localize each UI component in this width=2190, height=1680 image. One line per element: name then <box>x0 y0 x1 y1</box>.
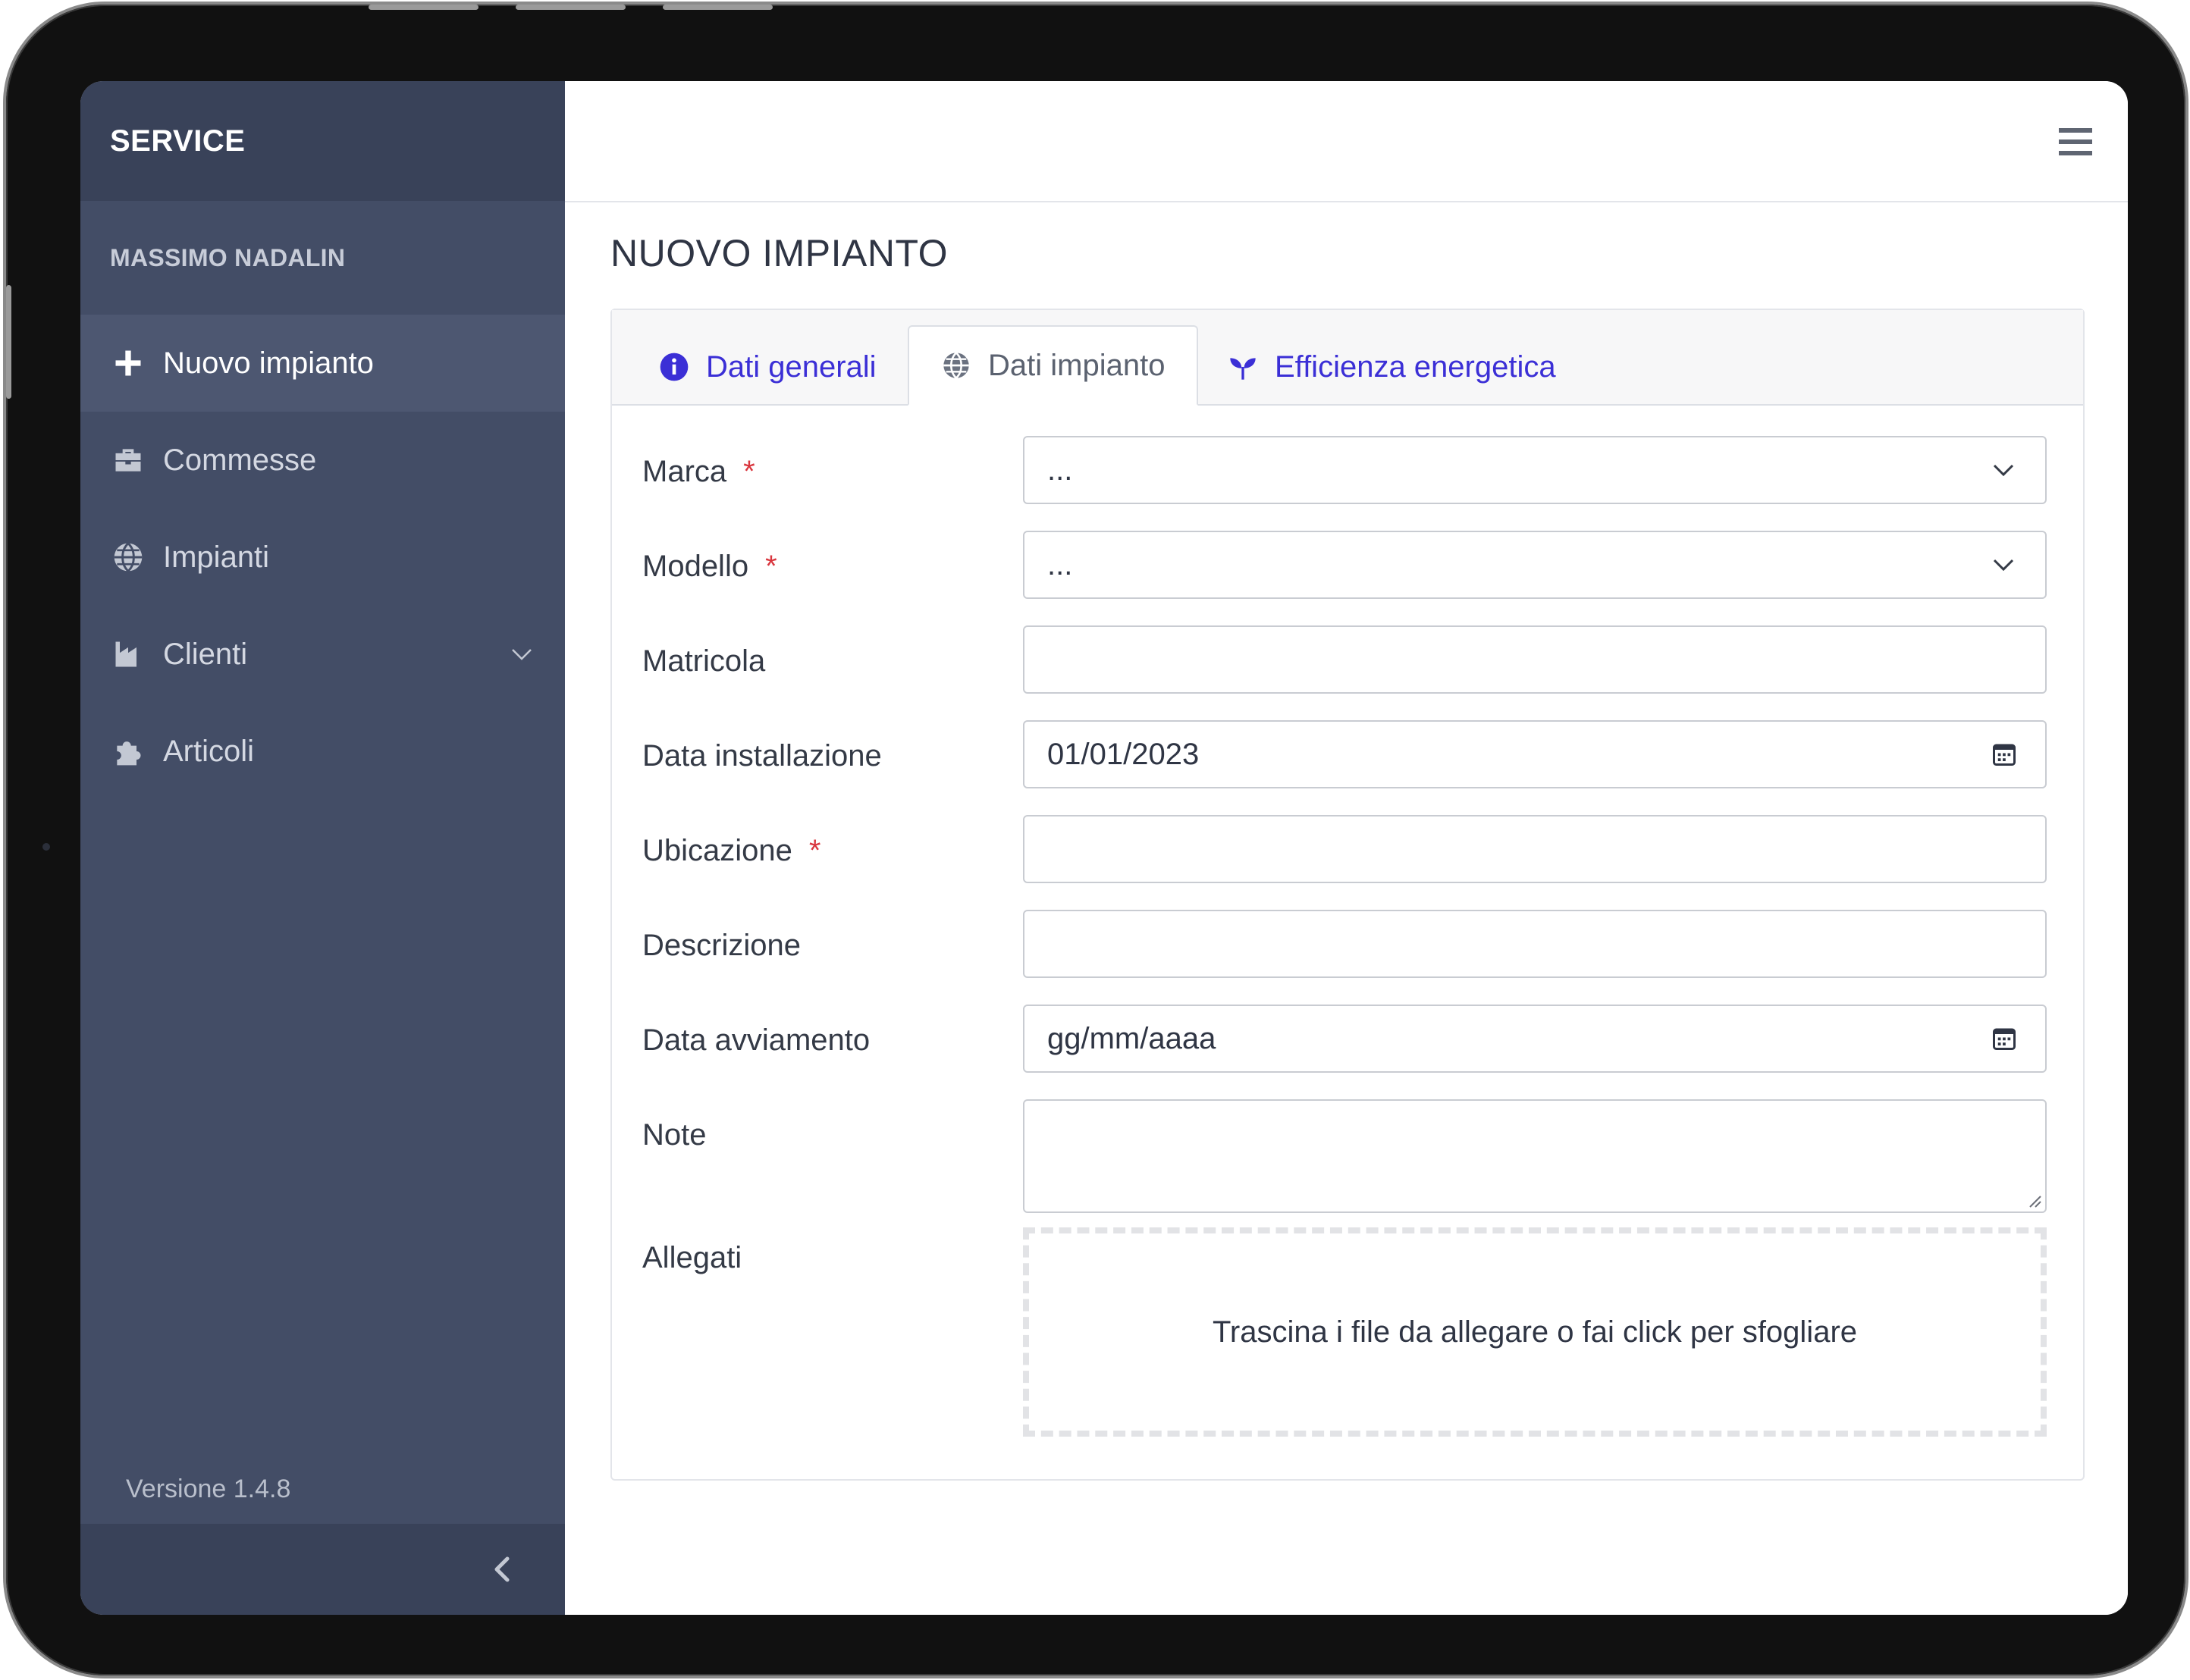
tab-label: Dati generali <box>706 349 877 384</box>
marca-label: Marca * <box>642 436 755 507</box>
marca-select[interactable]: ... <box>1023 436 2047 504</box>
form-row-note: Note <box>612 1099 2083 1215</box>
sidebar-item-label: Clienti <box>163 637 248 671</box>
tab-label: Dati impianto <box>988 348 1166 382</box>
plus-icon <box>111 346 145 380</box>
matricola-label: Matricola <box>642 625 765 697</box>
chevron-down-icon <box>1993 464 2014 477</box>
chevron-down-icon <box>1993 559 2014 572</box>
sidebar-item-impianti[interactable]: Impianti <box>80 509 565 606</box>
form-row-modello: Modello * ... <box>612 531 2083 602</box>
label-text: Descrizione <box>642 928 801 962</box>
collapse-sidebar-icon[interactable] <box>488 1554 518 1584</box>
hardware-button <box>663 5 773 10</box>
label-text: Data installazione <box>642 738 882 773</box>
sidebar-item-articoli[interactable]: Articoli <box>80 703 565 800</box>
hardware-button <box>516 5 626 10</box>
form-card: Dati generali Dati impianto Efficienza e… <box>610 309 2085 1481</box>
form-row-data-avviamento: Data avviamento gg/mm/aaaa <box>612 1005 2083 1076</box>
required-marker: * <box>808 833 821 867</box>
sidebar-item-clienti[interactable]: Clienti <box>80 606 565 703</box>
top-navbar <box>565 81 2128 202</box>
sidebar-item-label: Commesse <box>163 443 317 477</box>
input-value: 01/01/2023 <box>1047 737 1200 771</box>
hardware-button <box>6 285 11 399</box>
sidebar-item-commesse[interactable]: Commesse <box>80 412 565 509</box>
tab-label: Efficienza energetica <box>1275 349 1556 384</box>
tab-dati-generali[interactable]: Dati generali <box>627 328 908 406</box>
resize-handle-icon[interactable] <box>2025 1192 2042 1208</box>
note-label: Note <box>642 1099 707 1171</box>
matricola-input[interactable] <box>1023 625 2047 694</box>
required-marker: * <box>765 549 777 583</box>
tablet-frame: SERVICE MASSIMO NADALIN Nuovo impianto C… <box>6 5 2185 1675</box>
label-text: Ubicazione <box>642 833 792 867</box>
screen: SERVICE MASSIMO NADALIN Nuovo impianto C… <box>80 81 2128 1615</box>
label-text: Data avviamento <box>642 1023 871 1057</box>
globe-icon <box>943 352 969 379</box>
sidebar-item-label: Nuovo impianto <box>163 346 374 380</box>
camera <box>42 843 50 851</box>
select-value: ... <box>1047 453 1073 487</box>
form-row-allegati: Allegati Trascina i file da allegare o f… <box>612 1227 2083 1437</box>
industry-icon <box>111 638 145 671</box>
label-text: Allegati <box>642 1240 742 1274</box>
form-row-data-installazione: Data installazione 01/01/2023 <box>612 720 2083 791</box>
label-text: Note <box>642 1117 707 1152</box>
tab-efficienza-energetica[interactable]: Efficienza energetica <box>1196 328 1588 406</box>
tab-dati-impianto[interactable]: Dati impianto <box>908 325 1199 406</box>
modello-label: Modello * <box>642 531 777 602</box>
form-row-ubicazione: Ubicazione * <box>612 815 2083 886</box>
page-title: NUOVO IMPIANTO <box>610 232 949 274</box>
hamburger-menu-icon[interactable] <box>2057 125 2094 158</box>
tab-bar: Dati generali Dati impianto Efficienza e… <box>612 310 2083 406</box>
data-installazione-input[interactable]: 01/01/2023 <box>1023 720 2047 788</box>
toolbox-icon <box>111 444 145 477</box>
form-row-descrizione: Descrizione <box>612 910 2083 981</box>
sidebar: SERVICE MASSIMO NADALIN Nuovo impianto C… <box>80 81 565 1615</box>
sidebar-item-label: Articoli <box>163 734 255 768</box>
data-installazione-label: Data installazione <box>642 720 882 791</box>
hardware-button <box>369 5 478 10</box>
main-content: NUOVO IMPIANTO Dati generali Dati impian… <box>565 81 2128 1615</box>
calendar-icon[interactable] <box>1991 741 2018 768</box>
chevron-down-icon <box>512 649 532 660</box>
required-marker: * <box>743 454 755 488</box>
sidebar-item-label: Impianti <box>163 540 270 574</box>
input-placeholder: gg/mm/aaaa <box>1047 1021 1216 1055</box>
sidebar-footer <box>80 1524 565 1615</box>
data-avviamento-input[interactable]: gg/mm/aaaa <box>1023 1005 2047 1073</box>
ubicazione-input[interactable] <box>1023 815 2047 883</box>
brand-logo[interactable]: SERVICE <box>80 81 565 201</box>
label-text: Matricola <box>642 644 766 678</box>
data-avviamento-label: Data avviamento <box>642 1005 870 1076</box>
user-name: MASSIMO NADALIN <box>110 243 346 271</box>
info-circle-icon <box>660 353 689 381</box>
select-value: ... <box>1047 547 1073 581</box>
globe-icon <box>111 541 145 574</box>
note-textarea[interactable] <box>1023 1099 2047 1213</box>
modello-select[interactable]: ... <box>1023 531 2047 599</box>
seedling-icon <box>1230 358 1256 380</box>
descrizione-input[interactable] <box>1023 910 2047 978</box>
descrizione-label: Descrizione <box>642 910 801 981</box>
ubicazione-label: Ubicazione * <box>642 815 820 886</box>
allegati-label: Allegati <box>642 1235 742 1280</box>
file-dropzone[interactable]: Trascina i file da allegare o fai click … <box>1023 1227 2047 1437</box>
label-text: Marca <box>642 454 727 488</box>
label-text: Modello <box>642 549 749 583</box>
sidebar-item-nuovo-impianto[interactable]: Nuovo impianto <box>80 315 565 412</box>
dropzone-text: Trascina i file da allegare o fai click … <box>1212 1315 1858 1349</box>
form-row-matricola: Matricola <box>612 625 2083 697</box>
calendar-icon[interactable] <box>1991 1025 2018 1052</box>
puzzle-icon <box>111 735 145 768</box>
app-version: Versione 1.4.8 <box>126 1475 291 1503</box>
form-row-marca: Marca * ... <box>612 436 2083 507</box>
